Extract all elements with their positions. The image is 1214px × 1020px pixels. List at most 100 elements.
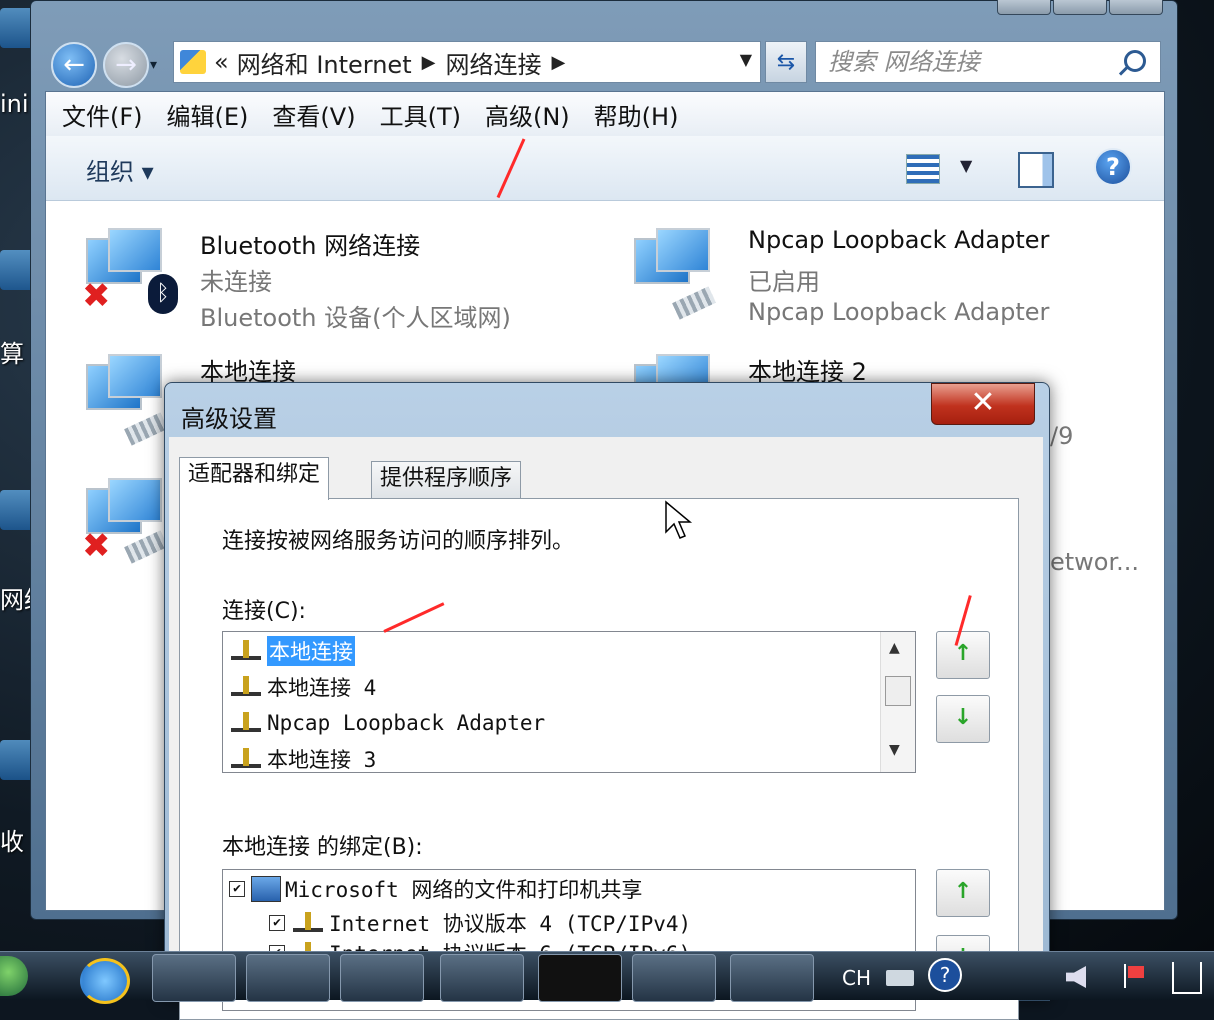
breadcrumb-chevron-icon-2[interactable]: ▶ xyxy=(551,52,565,73)
taskbar-network-button[interactable] xyxy=(440,954,524,1002)
network-adapter-icon xyxy=(634,228,710,288)
taskbar-firefox-button[interactable] xyxy=(340,954,424,1002)
list-item-label: 本地连接 3 xyxy=(267,748,377,772)
preview-pane-icon[interactable] xyxy=(1018,152,1054,188)
taskbar-media-button[interactable] xyxy=(246,954,330,1002)
search-icon[interactable] xyxy=(1124,50,1146,72)
start-orb-icon[interactable] xyxy=(0,956,28,996)
close-button[interactable] xyxy=(1109,0,1163,15)
maximize-button[interactable] xyxy=(1053,0,1107,15)
volume-icon[interactable] xyxy=(1066,966,1086,988)
breadcrumb-network-connections[interactable]: 网络连接 xyxy=(445,45,541,80)
forward-button[interactable]: → xyxy=(103,42,149,88)
list-item[interactable]: 本地连接 xyxy=(229,634,355,668)
partial-adapter-text-2: /9 xyxy=(1050,422,1074,450)
arrow-down-icon: ↓ xyxy=(953,705,973,730)
ie-icon[interactable] xyxy=(80,958,130,1004)
move-connection-up-button[interactable]: ↑ xyxy=(936,631,990,679)
back-button[interactable]: ← xyxy=(51,42,97,88)
binding-checkbox[interactable]: ✔ xyxy=(269,915,285,931)
connections-scrollbar[interactable]: ▲ ▼ xyxy=(880,632,915,772)
close-icon: ✕ xyxy=(970,385,996,420)
tab-provider-order[interactable]: 提供程序顺序 xyxy=(371,461,522,498)
menu-help[interactable]: 帮助(H) xyxy=(594,97,679,132)
desktop-icon-recycle-bin[interactable] xyxy=(0,740,34,780)
menu-advanced[interactable]: 高级(N) xyxy=(485,97,570,132)
adapter-name: Bluetooth 网络连接 xyxy=(200,232,421,260)
change-view-icon[interactable] xyxy=(906,154,940,184)
adapter-status: 已启用 xyxy=(748,268,820,296)
dialog-close-button[interactable]: ✕ xyxy=(931,383,1035,425)
window-controls xyxy=(997,0,1163,15)
forward-arrow-icon: → xyxy=(115,50,137,80)
network-connection-icon xyxy=(229,676,263,698)
breadcrumb-overflow[interactable]: « xyxy=(214,48,229,76)
network-tray-icon[interactable] xyxy=(1172,962,1202,994)
list-item-label: 本地连接 xyxy=(267,636,355,666)
taskbar-cmd-button[interactable] xyxy=(538,954,622,1002)
desktop-label-1: ini xyxy=(0,90,29,118)
connections-list[interactable]: 本地连接 本地连接 4 Npcap Loopback Adapter 本地连接 … xyxy=(222,631,916,773)
list-item[interactable]: ✔ Internet 协议版本 4 (TCP/IPv4) xyxy=(269,906,691,940)
scroll-up-icon[interactable]: ▲ xyxy=(889,640,900,656)
adapter-name: Npcap Loopback Adapter xyxy=(748,226,1050,254)
adapter-bluetooth[interactable]: ✖ ᛒ Bluetooth 网络连接 未连接 Bluetooth 设备(个人区域… xyxy=(82,222,566,332)
desktop-icon-computer[interactable] xyxy=(0,250,34,290)
scroll-down-icon[interactable]: ▼ xyxy=(889,742,900,758)
binding-checkbox[interactable]: ✔ xyxy=(229,881,245,897)
scroll-thumb[interactable] xyxy=(885,676,911,706)
computer-icon xyxy=(251,876,281,902)
list-item[interactable]: Npcap Loopback Adapter xyxy=(229,706,545,740)
action-center-flag-icon[interactable] xyxy=(1124,964,1144,988)
partial-adapter-text: etwor... xyxy=(1050,548,1140,576)
network-connection-icon xyxy=(229,748,263,770)
help-icon[interactable]: ? xyxy=(1094,148,1132,186)
list-item-label: Internet 协议版本 4 (TCP/IPv4) xyxy=(329,912,692,936)
search-box[interactable] xyxy=(815,41,1161,83)
menu-view[interactable]: 查看(V) xyxy=(272,97,355,132)
list-item[interactable]: ✔ Microsoft 网络的文件和打印机共享 xyxy=(229,872,642,906)
keyboard-icon[interactable] xyxy=(886,970,914,986)
network-connection-icon xyxy=(229,712,263,734)
search-input[interactable] xyxy=(826,46,1120,78)
breadcrumb-network-internet[interactable]: 网络和 Internet xyxy=(237,45,412,80)
list-item[interactable]: 本地连接 3 xyxy=(229,742,377,772)
language-indicator[interactable]: CH xyxy=(842,966,871,990)
bindings-label: 本地连接 的绑定(B): xyxy=(222,835,423,860)
adapter-device: Bluetooth 设备(个人区域网) xyxy=(200,304,511,332)
desktop-icon-network[interactable] xyxy=(0,490,34,530)
network-connections-icon xyxy=(180,50,206,74)
taskbar-explorer-button[interactable] xyxy=(152,954,236,1002)
menu-edit[interactable]: 编辑(E) xyxy=(167,97,249,132)
arrow-up-icon: ↑ xyxy=(953,879,973,904)
mouse-cursor-icon xyxy=(665,500,693,539)
connections-description: 连接按被网络服务访问的顺序排列。 xyxy=(222,529,575,554)
view-dropdown-icon[interactable]: ▼ xyxy=(960,156,972,175)
taskbar-toolbox-button[interactable] xyxy=(730,954,814,1002)
network-cable-icon xyxy=(672,286,716,320)
taskbar: CH ? xyxy=(0,951,1214,1004)
refresh-button[interactable]: ⇆ xyxy=(765,41,807,83)
organize-button[interactable]: 组织 ▾ xyxy=(86,152,154,187)
address-dropdown-icon[interactable]: ▼ xyxy=(740,50,752,69)
adapter-npcap[interactable]: Npcap Loopback Adapter 已启用 Npcap Loopbac… xyxy=(634,222,1114,332)
help-tray-icon[interactable]: ? xyxy=(928,958,962,992)
dialog-body: 适配器和绑定 提供程序顺序 连接按被网络服务访问的顺序排列。 连接(C): 本地… xyxy=(169,437,1043,1020)
menu-file[interactable]: 文件(F) xyxy=(62,97,143,132)
list-item[interactable]: 本地连接 4 xyxy=(229,670,376,704)
dialog-title: 高级设置 xyxy=(181,405,277,433)
menu-bar: 文件(F) 编辑(E) 查看(V) 工具(T) 高级(N) 帮助(H) xyxy=(46,92,1164,136)
recent-pages-dropdown-icon[interactable]: ▾ xyxy=(150,57,157,73)
list-item-label: Npcap Loopback Adapter xyxy=(267,711,546,735)
connections-label: 连接(C): xyxy=(222,599,306,624)
address-bar[interactable]: « 网络和 Internet ▶ 网络连接 ▶ ▼ xyxy=(173,41,761,83)
protocol-icon xyxy=(291,912,325,934)
move-binding-up-button[interactable]: ↑ xyxy=(936,869,990,917)
desktop-icon-user[interactable] xyxy=(0,8,34,48)
minimize-button[interactable] xyxy=(997,0,1051,15)
menu-tools[interactable]: 工具(T) xyxy=(380,97,461,132)
move-connection-down-button[interactable]: ↓ xyxy=(936,695,990,743)
tab-adapters-bindings[interactable]: 适配器和绑定 xyxy=(179,457,330,500)
breadcrumb-chevron-icon[interactable]: ▶ xyxy=(422,52,436,73)
taskbar-control-panel-button[interactable] xyxy=(632,954,716,1002)
